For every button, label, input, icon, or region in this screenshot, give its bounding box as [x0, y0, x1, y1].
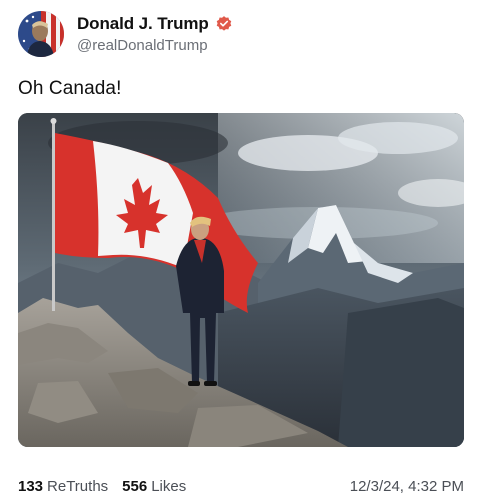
- post-text: Oh Canada!: [18, 78, 122, 99]
- post-timestamp[interactable]: 12/3/24, 4:32 PM: [350, 478, 464, 495]
- retruths-stat[interactable]: 133 ReTruths: [18, 478, 108, 495]
- post-header: Donald J. Trump @realDonaldTrump: [18, 10, 458, 58]
- display-name[interactable]: Donald J. Trump: [77, 14, 209, 34]
- avatar-image: [18, 11, 64, 57]
- retruths-count: 133: [18, 477, 44, 495]
- name-row: Donald J. Trump: [77, 14, 233, 34]
- avatar[interactable]: [18, 11, 64, 57]
- likes-stat[interactable]: 556 Likes: [122, 478, 186, 495]
- author-names: Donald J. Trump @realDonaldTrump: [77, 14, 233, 54]
- retruths-label: ReTruths: [47, 477, 109, 495]
- likes-label: Likes: [151, 477, 187, 495]
- likes-count: 556: [122, 477, 148, 495]
- verified-badge-icon: [215, 15, 233, 33]
- post-image[interactable]: [18, 113, 464, 447]
- post-stats: 133 ReTruths 556 Likes 12/3/24, 4:32 PM: [18, 476, 464, 496]
- image-man-with-canadian-flag-on-mountain: [18, 113, 464, 447]
- author-handle[interactable]: @realDonaldTrump: [77, 37, 233, 54]
